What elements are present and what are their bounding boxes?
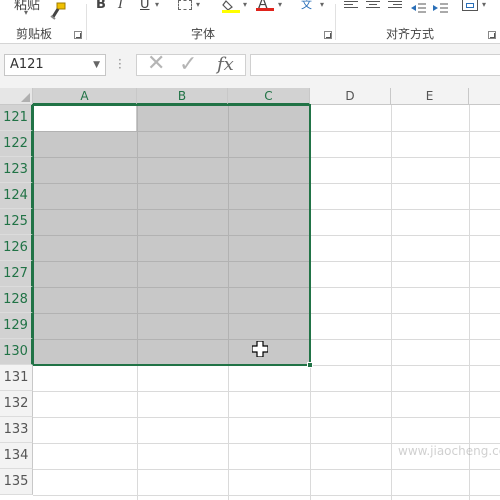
column-header-d[interactable]: D xyxy=(310,88,391,105)
formula-bar-grip-icon[interactable]: · · · xyxy=(118,54,122,74)
cell-cursor-icon xyxy=(251,340,269,358)
font-color-button[interactable]: A xyxy=(256,0,274,12)
cancel-icon[interactable]: ✕ xyxy=(147,51,165,76)
gridline xyxy=(33,417,500,418)
row-header-132[interactable]: 132 xyxy=(0,391,33,417)
spreadsheet-grid[interactable]: A B C D E 121 122 123 124 125 126 127 12… xyxy=(0,88,500,500)
merge-cells-icon[interactable] xyxy=(462,0,478,11)
bold-button[interactable]: B xyxy=(96,0,106,12)
row-header-134[interactable]: 134 xyxy=(0,443,33,469)
row-header-130[interactable]: 130 xyxy=(0,339,33,365)
clipboard-group-label: 剪贴板 xyxy=(16,27,53,41)
fill-color-dropdown-icon[interactable]: ▾ xyxy=(243,0,247,9)
clipboard-launcher-icon[interactable] xyxy=(74,31,82,39)
gridline xyxy=(391,105,392,500)
row-header-123[interactable]: 123 xyxy=(0,157,33,183)
row-header-125[interactable]: 125 xyxy=(0,209,33,235)
formula-input[interactable] xyxy=(250,54,500,76)
row-header-131[interactable]: 131 xyxy=(0,365,33,391)
alignment-group-label: 对齐方式 xyxy=(386,27,435,41)
name-box[interactable]: A121 ▼ xyxy=(4,54,106,76)
row-header-135[interactable]: 135 xyxy=(0,469,33,495)
column-header-b[interactable]: B xyxy=(137,88,228,105)
formula-bar: A121 ▼ · · · ✕ ✓ fx xyxy=(0,44,500,88)
font-color-swatch xyxy=(256,8,274,11)
formula-buttons: ✕ ✓ fx xyxy=(136,51,246,77)
column-header-f[interactable] xyxy=(469,88,500,105)
name-box-value: A121 xyxy=(10,57,44,72)
row-header-124[interactable]: 124 xyxy=(0,183,33,209)
name-box-dropdown-icon[interactable]: ▼ xyxy=(93,55,100,75)
select-all-button[interactable] xyxy=(0,88,33,105)
column-header-e[interactable]: E xyxy=(391,88,469,105)
decrease-indent-icon[interactable] xyxy=(410,0,426,13)
row-header-128[interactable]: 128 xyxy=(0,287,33,313)
row-header-133[interactable]: 133 xyxy=(0,417,33,443)
font-group-label: 字体 xyxy=(191,27,216,41)
underline-dropdown-icon[interactable]: ▾ xyxy=(155,0,159,9)
wen-label: 文 xyxy=(301,0,312,11)
watermark: www.jiaocheng.com xyxy=(398,444,500,458)
fill-handle[interactable] xyxy=(307,362,313,368)
row-header-121[interactable]: 121 xyxy=(0,105,33,131)
gridline xyxy=(469,105,470,500)
fill-color-icon[interactable] xyxy=(222,0,240,13)
gridline xyxy=(33,391,500,392)
border-dropdown-icon[interactable]: ▾ xyxy=(196,0,200,9)
gridline xyxy=(33,495,500,496)
row-header-129[interactable]: 129 xyxy=(0,313,33,339)
align-left-icon[interactable] xyxy=(344,0,358,10)
wen-dropdown-icon[interactable]: ▾ xyxy=(320,0,324,9)
merge-dropdown-icon[interactable]: ▾ xyxy=(482,0,486,9)
group-divider xyxy=(86,4,87,40)
column-header-a[interactable]: A xyxy=(33,88,137,105)
font-color-dropdown-icon[interactable]: ▾ xyxy=(278,0,282,9)
align-center-icon[interactable] xyxy=(366,0,380,10)
row-header-127[interactable]: 127 xyxy=(0,261,33,287)
font-launcher-icon[interactable] xyxy=(324,31,332,39)
border-icon[interactable] xyxy=(178,0,192,10)
enter-check-icon[interactable]: ✓ xyxy=(179,52,197,77)
gridline xyxy=(33,469,500,470)
alignment-launcher-icon[interactable] xyxy=(488,31,496,39)
italic-button[interactable]: I xyxy=(118,0,123,12)
column-header-c[interactable]: C xyxy=(228,88,310,105)
format-painter-icon[interactable] xyxy=(48,2,68,20)
row-header-126[interactable]: 126 xyxy=(0,235,33,261)
underline-button[interactable]: U xyxy=(140,0,150,12)
insert-function-icon[interactable]: fx xyxy=(217,54,234,75)
ribbon: 粘贴 ▾ 剪贴板 B I U ▾ ▾ ▾ A ▾ 文 ▾ 字体 ▾ 对齐方式 xyxy=(0,0,500,44)
selection-border xyxy=(32,104,311,366)
paste-dropdown-icon[interactable]: ▾ xyxy=(24,8,28,17)
wen-pinyin-icon[interactable]: 文 xyxy=(300,0,316,12)
group-divider xyxy=(335,4,336,40)
increase-indent-icon[interactable] xyxy=(432,0,448,13)
row-header-122[interactable]: 122 xyxy=(0,131,33,157)
align-right-icon[interactable] xyxy=(388,0,402,10)
